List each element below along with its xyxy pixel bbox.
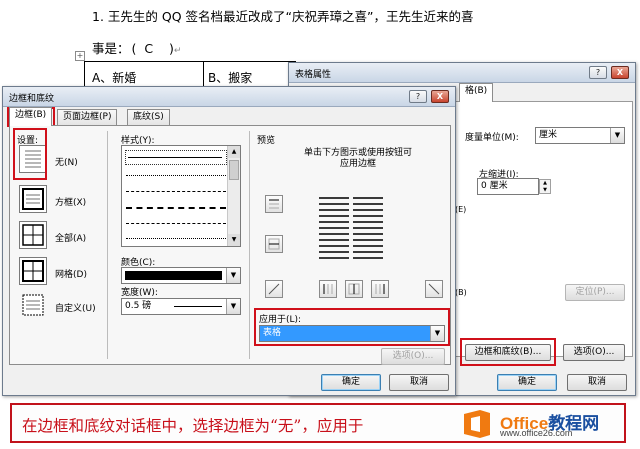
- width-line-sample: [174, 306, 222, 307]
- close-icon[interactable]: X: [431, 90, 449, 103]
- top-border-button[interactable]: [265, 195, 283, 213]
- chevron-down-icon[interactable]: ▼: [610, 128, 624, 143]
- setting-custom-icon[interactable]: [19, 291, 47, 319]
- style-scrollbar[interactable]: ▲ ▼: [227, 146, 240, 246]
- column-divider: [107, 131, 108, 359]
- side-marker-2: (B): [455, 288, 467, 297]
- answer-line: 事是：( C )↵: [92, 38, 181, 57]
- tab-table[interactable]: 格(B): [459, 83, 494, 102]
- width-value: 0.5 磅: [125, 301, 152, 311]
- style-selection-outline: [125, 150, 227, 165]
- answer-open: (: [131, 41, 137, 56]
- setting-grid-icon[interactable]: [19, 257, 47, 285]
- table-options-button[interactable]: 选项(O)...: [563, 344, 625, 361]
- highlight-borders-button: [460, 338, 556, 366]
- color-select[interactable]: ▼: [121, 267, 241, 284]
- paragraph-mark: ↵: [173, 46, 182, 56]
- table-cell-option-a[interactable]: A、新婚: [92, 69, 136, 86]
- tab-borders[interactable]: 边框(B): [9, 107, 53, 126]
- setting-all-label[interactable]: 全部(A): [55, 231, 86, 244]
- color-swatch: [125, 271, 222, 280]
- close-icon[interactable]: X: [611, 66, 629, 79]
- diagonal-up-border-button[interactable]: [265, 280, 283, 298]
- preview-hint-line1: 单击下方图示或使用按钮可: [303, 148, 412, 158]
- table-move-handle-icon[interactable]: +: [75, 51, 85, 61]
- answer-value: C: [144, 41, 154, 56]
- left-indent-input[interactable]: 0 厘米: [477, 178, 539, 195]
- table-properties-titlebar: 表格属性 ? X: [289, 63, 635, 83]
- style-dash-dot-dot[interactable]: [126, 238, 226, 239]
- borders-and-shading-dialog: 边框和底纹 ? X 边框(B) 页面边框(P) 底纹(S) 设置: 无(N) 方…: [2, 86, 456, 396]
- measure-unit-select[interactable]: 厘米 ▼: [535, 127, 625, 144]
- chevron-down-icon[interactable]: ▼: [226, 268, 240, 283]
- setting-box-icon[interactable]: [19, 185, 47, 213]
- style-dash-small[interactable]: [126, 191, 226, 192]
- diagonal-down-border-button[interactable]: [425, 280, 443, 298]
- column-divider-2: [249, 131, 250, 359]
- highlight-setting-none: [13, 128, 47, 180]
- inside-horizontal-border-button[interactable]: [265, 235, 283, 253]
- office-logo-icon: [464, 410, 490, 438]
- spin-up-icon[interactable]: ▲ ▼: [539, 179, 551, 194]
- setting-custom-label[interactable]: 自定义(U): [55, 301, 96, 314]
- style-listbox[interactable]: ▲ ▼: [121, 145, 241, 247]
- highlight-apply-to: [254, 308, 450, 346]
- width-label: 宽度(W):: [121, 288, 158, 298]
- setting-all-icon[interactable]: [19, 221, 47, 249]
- style-dash-dot[interactable]: [126, 223, 226, 224]
- caption-text: 在边框和底纹对话框中，选择边框为“无”，应用于: [22, 417, 364, 435]
- setting-grid-label[interactable]: 网格(D): [55, 267, 87, 280]
- question-text: 1. 王先生的 QQ 签名档最近改成了“庆祝弄璋之喜”，王先生近来的喜: [92, 9, 474, 24]
- inside-vertical-border-button[interactable]: [345, 280, 363, 298]
- logo-url: www.office26.com: [500, 428, 573, 438]
- table-cell-option-b[interactable]: B、搬家: [208, 69, 252, 86]
- scroll-thumb[interactable]: [229, 160, 239, 180]
- preview-page[interactable]: [317, 195, 385, 261]
- preview-hint: 单击下方图示或使用按钮可 应用边框: [293, 148, 423, 170]
- setting-box-label[interactable]: 方框(X): [55, 195, 86, 208]
- caption-banner: 在边框和底纹对话框中，选择边框为“无”，应用于 Office教程网 www.of…: [10, 403, 626, 443]
- measure-unit-label: 度量单位(M):: [465, 133, 519, 143]
- table-properties-ok-button[interactable]: 确定: [497, 374, 557, 391]
- width-select[interactable]: 0.5 磅 ▼: [121, 298, 241, 315]
- help-icon[interactable]: ?: [589, 66, 607, 79]
- table-properties-title: 表格属性: [295, 70, 332, 80]
- right-border-button[interactable]: [371, 280, 389, 298]
- borders-title: 边框和底纹: [9, 94, 55, 104]
- tab-page-borders[interactable]: 页面边框(P): [57, 109, 118, 125]
- preview-hint-line2: 应用边框: [339, 159, 376, 169]
- borders-ok-button[interactable]: 确定: [321, 374, 381, 391]
- borders-cancel-button[interactable]: 取消: [389, 374, 449, 391]
- position-button[interactable]: 定位(P)...: [565, 284, 625, 301]
- side-marker-1: (E): [455, 205, 467, 214]
- style-dotted[interactable]: [126, 175, 226, 176]
- preview-label: 预览: [257, 136, 276, 146]
- borders-titlebar: 边框和底纹 ? X: [3, 87, 455, 107]
- style-dash-large[interactable]: [126, 207, 226, 209]
- measure-unit-value: 厘米: [539, 130, 558, 140]
- table-properties-cancel-button[interactable]: 取消: [567, 374, 627, 391]
- left-border-button[interactable]: [319, 280, 337, 298]
- answer-prefix: 事是：: [92, 41, 130, 56]
- tab-shading[interactable]: 底纹(S): [127, 109, 170, 125]
- help-icon[interactable]: ?: [409, 90, 427, 103]
- chevron-down-icon[interactable]: ▼: [226, 299, 240, 314]
- office-logo: Office教程网 www.office26.com: [460, 407, 620, 441]
- setting-none-label[interactable]: 无(N): [55, 155, 78, 168]
- borders-options-button[interactable]: 选项(O)...: [381, 348, 445, 365]
- scroll-up-icon[interactable]: ▲: [228, 146, 240, 158]
- scroll-down-icon[interactable]: ▼: [228, 234, 240, 246]
